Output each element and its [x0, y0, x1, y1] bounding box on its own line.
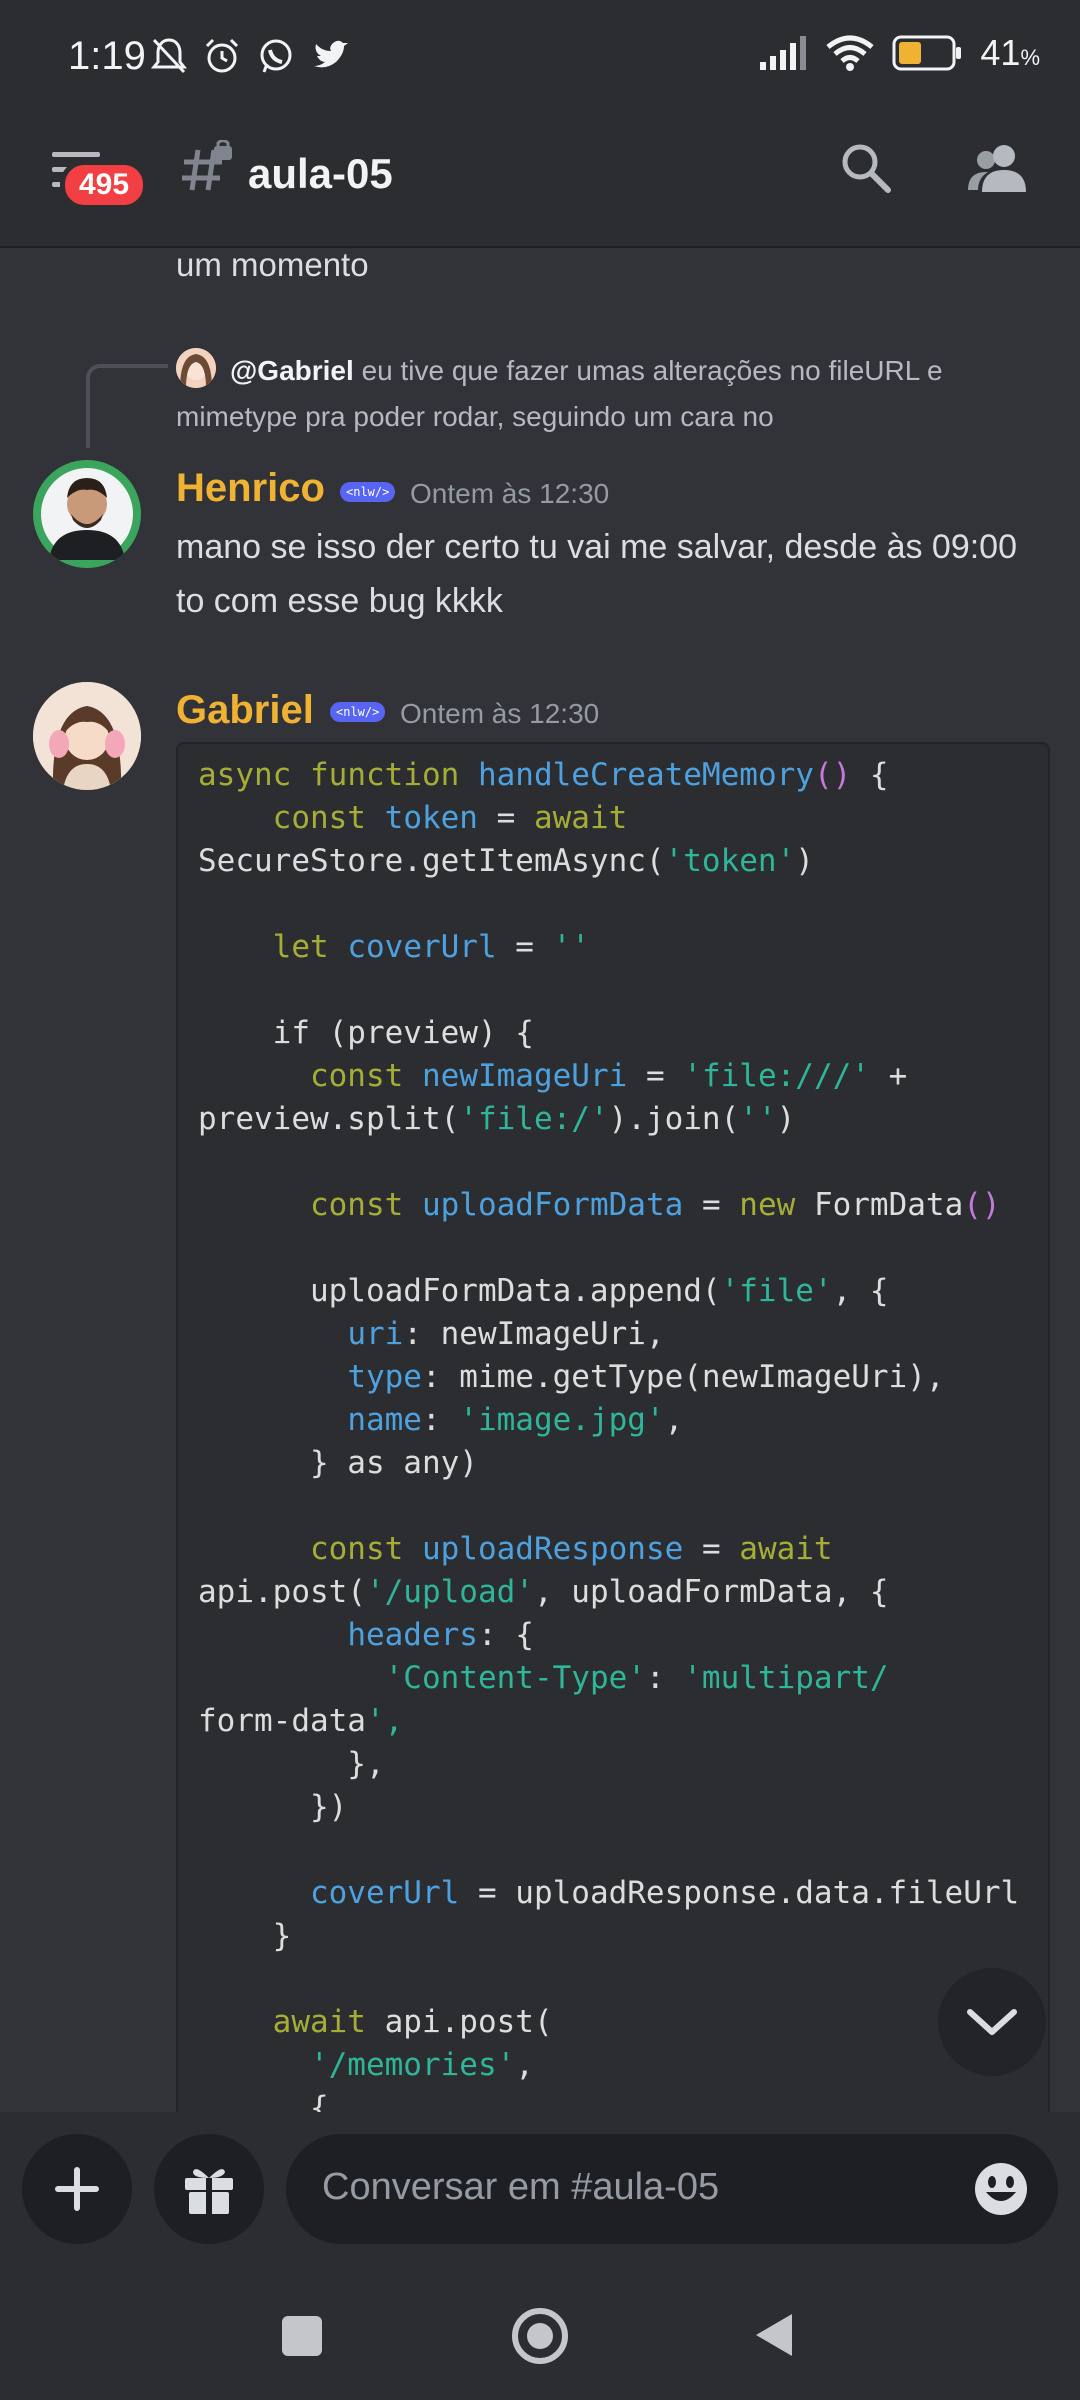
code-line: const token = await — [272, 800, 628, 836]
code-line: { — [198, 2090, 329, 2112]
code-line: SecureStore.getItemAsync('token') — [198, 843, 814, 879]
nav-home-icon[interactable] — [510, 2306, 570, 2366]
whatsapp-icon — [260, 39, 292, 73]
code-line: }) — [198, 1789, 348, 1825]
emoji-icon[interactable] — [972, 2160, 1030, 2218]
unread-badge: 495 — [60, 160, 149, 210]
message-input-placeholder: Conversar em #aula-05 — [322, 2166, 720, 2208]
add-attachment-button[interactable] — [22, 2134, 132, 2244]
code-line: let coverUrl = '' — [272, 929, 590, 965]
code-line: } as any) — [198, 1445, 478, 1481]
message-composer: Conversar em #aula-05 — [0, 2112, 1080, 2272]
code-line: name: 'image.jpg', — [347, 1402, 684, 1438]
status-time: 1:19 — [68, 34, 146, 78]
message-text: mano se isso der certo tu vai me salvar,… — [176, 528, 1018, 620]
reply-preview[interactable]: @Gabriel eu tive que fazer umas alteraçõ… — [176, 348, 1036, 440]
code-line: await api.post( — [272, 2004, 553, 2040]
plus-icon — [55, 2167, 99, 2211]
chevron-down-icon — [967, 2009, 1017, 2035]
locked-channel-icon — [182, 140, 232, 191]
search-icon[interactable] — [838, 140, 894, 196]
code-line: const newImageUri = 'file:///' + — [309, 1058, 908, 1094]
code-line: coverUrl = uploadResponse.data.fileUrl — [309, 1875, 1020, 1911]
reply-username: @Gabriel — [230, 355, 354, 386]
username-gabriel[interactable]: Gabriel — [176, 688, 314, 733]
code-line: type: mime.getType(newImageUri), — [347, 1359, 945, 1395]
alarm-icon — [205, 38, 239, 73]
battery-icon — [892, 35, 962, 71]
avatar-gabriel[interactable] — [33, 682, 141, 790]
code-line: const uploadFormData = new FormData() — [309, 1187, 1001, 1223]
code-line: headers: { — [347, 1617, 534, 1653]
code-line: form-data', — [198, 1703, 404, 1739]
wifi-icon — [826, 35, 874, 71]
code-line: preview.split('file:/').join('') — [198, 1101, 796, 1137]
signal-icon — [760, 36, 807, 70]
code-line: } — [198, 1918, 292, 1954]
reply-connector — [86, 364, 168, 448]
timestamp: Ontem às 12:30 — [410, 478, 610, 509]
code-line: uri: newImageUri, — [347, 1316, 665, 1352]
twitter-icon — [314, 40, 348, 68]
code-line: const uploadResponse = await — [309, 1531, 833, 1567]
gift-button[interactable] — [154, 2134, 264, 2244]
channel-header: 495 — [0, 120, 1080, 248]
mute-icon — [150, 38, 188, 74]
jump-to-latest-button[interactable] — [938, 1968, 1046, 2076]
code-content: async function handleCreateMemory() { co… — [178, 744, 1048, 2112]
code-line: }, — [198, 1746, 385, 1782]
message-input[interactable]: Conversar em #aula-05 — [286, 2134, 1058, 2244]
battery-level: 41% — [980, 32, 1040, 73]
code-line: '/memories', — [309, 2047, 534, 2083]
nav-back-icon[interactable] — [752, 2310, 796, 2360]
role-tag: <nlw/> — [330, 702, 386, 722]
code-block[interactable]: async function handleCreateMemory() { co… — [176, 742, 1050, 2112]
code-line: api.post('/upload', uploadFormData, { — [198, 1574, 889, 1610]
system-navigation-bar — [0, 2272, 1080, 2400]
channel-title: aula-05 — [248, 150, 393, 197]
members-icon[interactable] — [966, 140, 1030, 196]
message-list[interactable]: um momento @Gabriel eu tive que fazer um… — [0, 246, 1080, 2112]
code-line: 'Content-Type': 'multipart/ — [384, 1660, 889, 1696]
code-line: uploadFormData.append('file', { — [198, 1273, 889, 1309]
username-henrico[interactable]: Henrico — [176, 466, 325, 511]
avatar-henrico[interactable] — [33, 460, 141, 568]
code-line: if (preview) { — [198, 1015, 534, 1051]
message-continuation: um momento — [176, 246, 369, 283]
status-bar: 1:19 41% — [0, 0, 1080, 120]
gift-icon — [185, 2169, 233, 2214]
timestamp: Ontem às 12:30 — [400, 698, 600, 729]
nav-square-icon[interactable] — [280, 2314, 324, 2358]
role-tag: <nlw/> — [340, 482, 396, 502]
code-line: async function handleCreateMemory() { — [198, 757, 889, 793]
